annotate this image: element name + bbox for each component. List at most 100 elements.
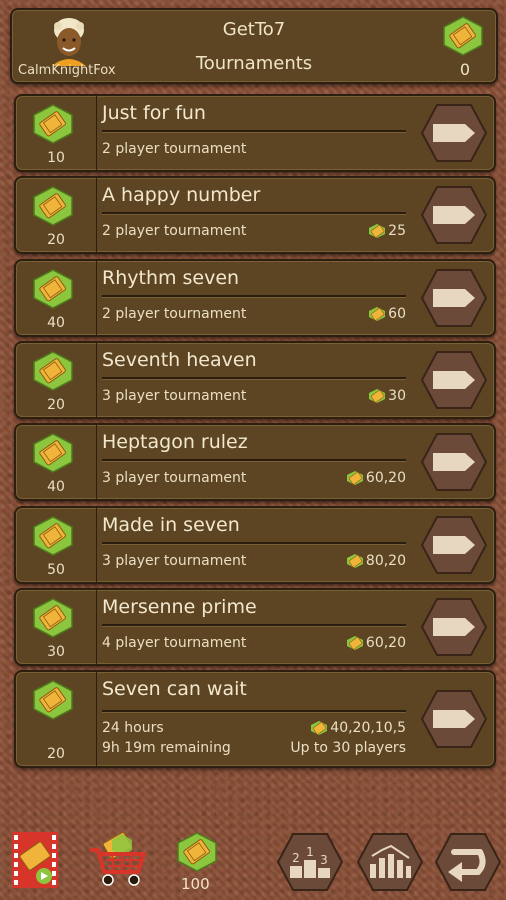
entry-cost-value: 50 [47, 561, 65, 578]
title-divider [102, 376, 406, 379]
prize-value: 60,20 [365, 470, 406, 487]
ticket-icon [33, 597, 73, 638]
prize-value: 30 [388, 387, 406, 404]
prize-display: 30 [368, 388, 406, 404]
entry-cost-value: 20 [47, 746, 65, 763]
back-icon[interactable] [434, 832, 502, 892]
entry-cost: 40 [16, 425, 97, 500]
entry-cost-value: 10 [47, 150, 65, 166]
ticket-icon [33, 104, 73, 144]
prize-value: 60,20 [365, 634, 406, 651]
tournament-title: A happy number [102, 184, 261, 207]
tournament-row[interactable]: 40 Rhythm seven 2 player tournament 60 [14, 258, 496, 337]
tournament-row[interactable]: 30 Mersenne prime 4 player tournament 60,20 [14, 587, 496, 666]
ticket-icon [369, 388, 386, 403]
tournament-info: Made in seven 3 player tournament 80,20 [100, 508, 406, 582]
tournament-info: Heptagon rulez 3 player tournament 60,20 [100, 425, 406, 499]
ticket-balance-icon [177, 832, 217, 872]
ticket-icon [33, 515, 73, 556]
ticket-icon [369, 306, 386, 321]
enter-tournament-button[interactable] [420, 103, 488, 163]
tournament-row[interactable]: 10 Just for fun 2 player tournament [14, 94, 496, 172]
tournament-info: Rhythm seven 2 player tournament 60 [100, 261, 406, 335]
ticket-icon [443, 16, 483, 56]
prize-value: 40,20,10,5 [330, 720, 406, 737]
video-reward-icon[interactable] [10, 830, 60, 890]
entry-cost-value: 40 [47, 314, 65, 331]
title-divider [102, 130, 406, 132]
tournament-type: 4 player tournament [102, 634, 247, 651]
entry-cost: 40 [16, 260, 97, 335]
stats-icon[interactable] [356, 832, 424, 892]
entry-cost: 10 [16, 96, 97, 170]
tournament-title: Seventh heaven [102, 348, 257, 371]
title-divider [102, 212, 406, 215]
tournament-info: A happy number 2 player tournament 25 [100, 178, 406, 252]
svg-text:1: 1 [306, 845, 314, 859]
entry-cost-value: 20 [47, 396, 65, 413]
entry-cost-value: 30 [47, 643, 65, 660]
ticket-icon [369, 224, 386, 239]
ticket-icon [33, 268, 73, 309]
tournament-title: Mersenne prime [102, 595, 257, 618]
ticket-icon [346, 635, 363, 650]
entry-cost: 20 [16, 672, 97, 767]
tournament-title: Rhythm seven [102, 266, 240, 289]
entry-cost: 50 [16, 507, 97, 582]
tournament-info: Just for fun 2 player tournament [100, 96, 406, 170]
ticket-icon [346, 471, 363, 486]
app-title: GetTo7 [222, 19, 286, 40]
prize-value: 25 [388, 223, 406, 240]
page-title: Tournaments [195, 53, 313, 74]
enter-tournament-button[interactable] [420, 350, 488, 410]
tournament-row[interactable]: 20 Seventh heaven 3 player tournament 30 [14, 340, 496, 419]
enter-tournament-button[interactable] [420, 432, 488, 492]
tournament-row[interactable]: 20 Seven can wait 24 hours 9h 19m remaining… [14, 670, 496, 769]
title-divider [102, 294, 406, 297]
entry-cost: 20 [16, 342, 97, 417]
tournament-type: 2 player tournament [102, 141, 247, 157]
ticket-icon [346, 553, 363, 568]
tournament-row[interactable]: 40 Heptagon rulez 3 player tournament 60,20 [14, 423, 496, 502]
tournament-type: 3 player tournament [102, 552, 247, 569]
ticket-icon [33, 680, 73, 720]
max-players: Up to 30 players [290, 740, 406, 757]
entry-cost-value: 20 [47, 232, 65, 249]
entry-cost-value: 40 [47, 479, 65, 496]
tournament-row[interactable]: 50 Made in seven 3 player tournament 80,20 [14, 505, 496, 584]
tournament-type: 3 player tournament [102, 387, 247, 404]
prize-display: 60,20 [346, 635, 406, 651]
tournament-title: Seven can wait [102, 678, 247, 701]
prize-display: 25 [368, 223, 406, 239]
ticket-icon [33, 186, 73, 227]
entry-cost: 20 [16, 178, 97, 253]
prize-display: 60 [368, 306, 406, 322]
prize-display: 60,20 [346, 470, 406, 486]
enter-tournament-button[interactable] [420, 689, 488, 749]
tournament-duration: 24 hours [102, 720, 164, 737]
shop-cart-icon[interactable] [88, 828, 150, 890]
title-divider [102, 541, 406, 544]
enter-tournament-button[interactable] [420, 268, 488, 328]
tournament-type: 2 player tournament [102, 223, 247, 240]
svg-text:2: 2 [292, 851, 300, 865]
enter-tournament-button[interactable] [420, 515, 488, 575]
ticket-icon [33, 433, 73, 474]
ticket-balance: 100 [181, 875, 210, 893]
podium-icon[interactable]: 2 1 3 [276, 832, 344, 892]
tournament-title: Made in seven [102, 513, 240, 536]
title-divider [102, 710, 406, 713]
ticket-icon [311, 721, 328, 736]
header-panel: CalmKnightFox GetTo7 Tournaments 0 [10, 8, 498, 84]
tournament-title: Heptagon rulez [102, 431, 248, 454]
tournament-row[interactable]: 20 A happy number 2 player tournament 25 [14, 176, 496, 255]
title-divider [102, 459, 406, 462]
prize-value: 60 [388, 305, 406, 322]
enter-tournament-button[interactable] [420, 597, 488, 657]
enter-tournament-button[interactable] [420, 185, 488, 245]
tournament-type: 2 player tournament [102, 305, 247, 322]
ticket-icon [33, 351, 73, 391]
tournament-info: Mersenne prime 4 player tournament 60,20 [100, 590, 406, 664]
svg-text:3: 3 [320, 853, 328, 867]
tournament-type: 3 player tournament [102, 470, 247, 487]
